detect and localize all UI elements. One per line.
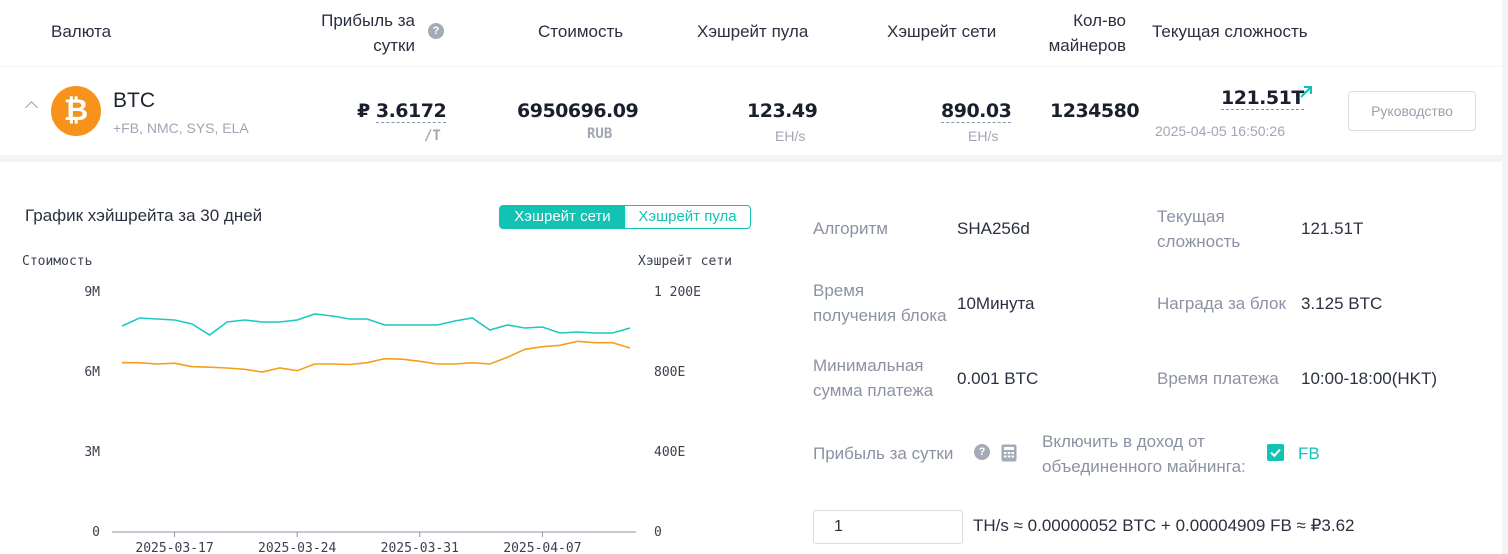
coin-row[interactable]: ₿ BTC +FB, NMC, SYS, ELA ₽ 3.6172 /T 695… [0,67,1502,155]
right-tick-label: 1 200E [654,285,701,300]
guide-button[interactable]: Руководство [1348,91,1476,131]
series-line-network [121,313,631,336]
miners-value: 1234580 [1050,100,1140,122]
algo-value: SHA256d [957,219,1030,238]
network-hashrate-value: 890.03 [941,100,1012,123]
reward-label: Награда за блок [1157,294,1286,313]
profit-value: ₽ 3.6172 [357,100,447,123]
profit-calc-label: Прибыль за сутки [813,444,954,463]
cost-value: 6950696.09 [517,100,639,122]
chart-title: График хэйшрейта за 30 дней [25,206,263,225]
table-header: Валюта Прибыль за сутки ? Стоимость Хэшр… [0,0,1502,66]
difficulty-label: Текущая сложность [1157,207,1241,251]
algo-label: Алгоритм [813,219,888,238]
detail-panel: График хэйшрейта за 30 дней Хэшрейт сети… [0,162,1502,554]
min-payment-value: 0.001 BTC [957,369,1039,388]
col-network-hashrate: Хэшрейт сети [887,22,997,41]
col-cost: Стоимость [538,22,624,41]
profit-unit: /T [424,128,441,144]
merged-coins: +FB, NMC, SYS, ELA [113,120,249,136]
left-tick-label: 0 [92,525,100,540]
help-icon[interactable]: ? [428,23,444,39]
left-tick-label: 6M [84,365,100,380]
right-axis-label: Хэшрейт сети [638,254,732,269]
right-tick-label: 400E [654,445,685,460]
tab-network-hashrate[interactable]: Хэшрейт сети [500,206,625,228]
left-tick-label: 3M [84,445,100,460]
difficulty-timestamp: 2025-04-05 16:50:26 [1155,123,1285,139]
reward-value: 3.125 BTC [1301,294,1383,313]
tab-pool-hashrate[interactable]: Хэшрейт пула [625,206,750,228]
cost-unit: RUB [587,126,613,142]
x-tick-label: 2025-03-24 [258,541,336,554]
x-tick-label: 2025-04-07 [503,541,581,554]
col-currency: Валюта [51,22,112,41]
right-tick-label: 800E [654,365,685,380]
checkmark-icon [1270,448,1281,458]
coin-symbol: BTC [113,89,155,112]
payment-time-label: Время платежа [1157,369,1279,388]
merged-income-label: Включить в доход от объединенного майнин… [1042,432,1246,476]
calculator-icon[interactable] [1001,444,1017,462]
calc-result: TH/s ≈ 0.00000052 BTC + 0.00004909 FB ≈ … [973,516,1355,535]
series-line-cost [122,340,631,373]
col-difficulty: Текущая сложность [1152,22,1308,41]
trend-up-icon [1300,86,1312,98]
help-icon[interactable]: ? [974,444,990,460]
network-hashrate-unit: EH/s [968,128,999,144]
hashrate-input[interactable] [813,510,963,544]
min-payment-label: Минимальная сумма платежа [813,356,934,400]
chevron-up-icon[interactable] [25,101,38,114]
pool-hashrate-unit: EH/s [775,128,806,144]
pool-hashrate-value: 123.49 [747,100,818,122]
block-time-value: 10Минута [957,294,1035,313]
right-tick-label: 0 [654,525,662,540]
bitcoin-icon: ₿ [51,86,101,136]
hashrate-toggle: Хэшрейт сети Хэшрейт пула [499,205,751,229]
fb-checkbox-label[interactable]: FB [1298,441,1320,466]
block-time-label: Время получения блока [813,281,947,325]
col-profit: Прибыль за сутки [321,11,415,55]
left-tick-label: 9M [84,285,100,300]
payment-time-value: 10:00-18:00(HKT) [1301,369,1438,388]
difficulty-value: 121.51T [1221,87,1304,110]
x-tick-label: 2025-03-17 [135,541,213,554]
col-pool-hashrate: Хэшрейт пула [697,22,809,41]
difficulty-info-value: 121.51T [1301,219,1364,238]
x-tick-label: 2025-03-31 [381,541,459,554]
fb-checkbox[interactable] [1267,444,1284,461]
left-axis-label: Стоимость [22,254,93,269]
col-miners: Кол-во майнеров [1048,11,1126,55]
hashrate-chart: 9M 1 200E 6M 800E 3M 400E 0 0 2025-03-17 2025-03-… [84,285,701,554]
